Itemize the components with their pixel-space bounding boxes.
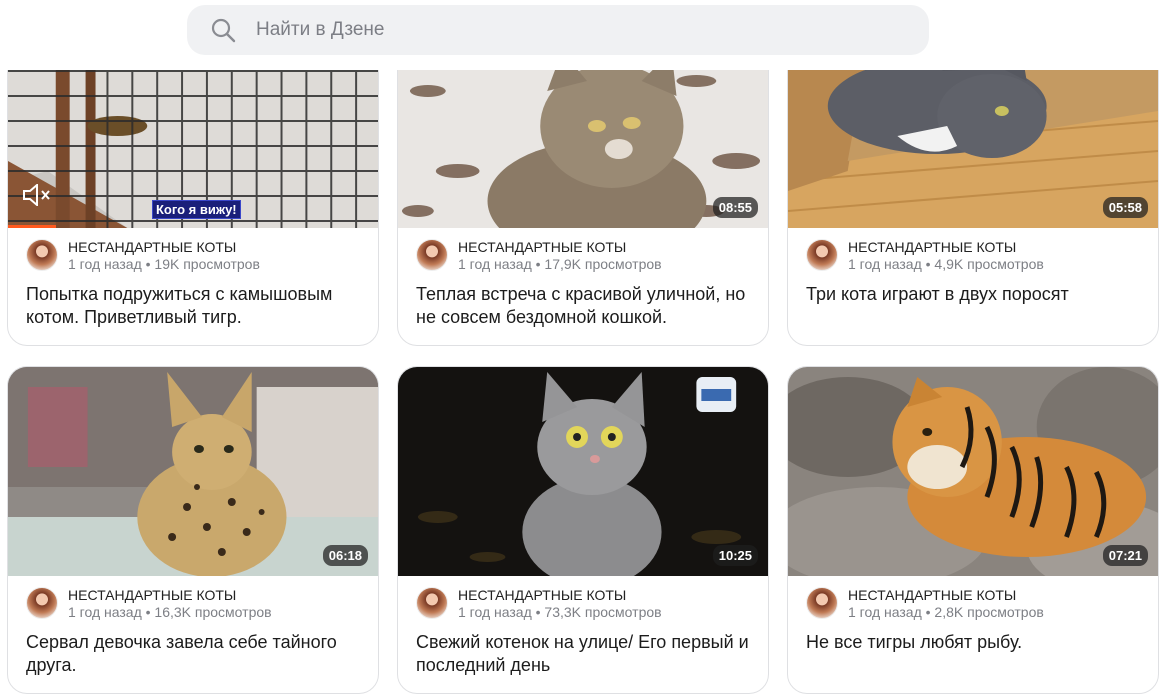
- video-stats: 1 год назад • 19K просмотров: [68, 256, 260, 272]
- card-meta: НЕСТАНДАРТНЫЕ КОТЫ 1 год назад • 2,8K пр…: [788, 576, 1158, 621]
- duration-badge: 07:21: [1102, 545, 1148, 566]
- duration-badge: 06:18: [322, 545, 368, 566]
- duration-badge: 05:58: [1102, 197, 1148, 218]
- video-title[interactable]: Попытка подружиться с камышовым котом. П…: [8, 273, 378, 329]
- duration-badge: 08:55: [712, 197, 758, 218]
- video-card[interactable]: 05:58 НЕСТАНДАРТНЫЕ КОТЫ 1 год назад • 4…: [787, 50, 1159, 346]
- search-input[interactable]: [256, 19, 856, 41]
- video-thumbnail[interactable]: 05:58: [788, 51, 1158, 228]
- card-meta: НЕСТАНДАРТНЫЕ КОТЫ 1 год назад • 4,9K пр…: [788, 228, 1158, 273]
- mute-icon[interactable]: [22, 184, 52, 206]
- avatar[interactable]: [26, 239, 58, 271]
- channel-name[interactable]: НЕСТАНДАРТНЫЕ КОТЫ: [68, 587, 272, 604]
- channel-name[interactable]: НЕСТАНДАРТНЫЕ КОТЫ: [848, 587, 1044, 604]
- card-meta: НЕСТАНДАРТНЫЕ КОТЫ 1 год назад • 19K про…: [8, 228, 378, 273]
- top-bar: [0, 0, 1170, 70]
- channel-name[interactable]: НЕСТАНДАРТНЫЕ КОТЫ: [458, 239, 662, 256]
- video-title[interactable]: Три кота играют в двух поросят: [788, 273, 1158, 306]
- video-thumbnail[interactable]: 08:55: [398, 51, 768, 228]
- avatar[interactable]: [26, 587, 58, 619]
- video-thumbnail[interactable]: 06:18: [8, 367, 378, 576]
- video-card[interactable]: 08:55 НЕСТАНДАРТНЫЕ КОТЫ 1 год назад • 1…: [397, 50, 769, 346]
- video-thumbnail[interactable]: 07:21: [788, 367, 1158, 576]
- duration-badge: 10:25: [712, 545, 758, 566]
- video-card[interactable]: 07:21 НЕСТАНДАРТНЫЕ КОТЫ 1 год назад • 2…: [787, 366, 1159, 694]
- channel-name[interactable]: НЕСТАНДАРТНЫЕ КОТЫ: [68, 239, 260, 256]
- video-stats: 1 год назад • 2,8K просмотров: [848, 604, 1044, 620]
- avatar[interactable]: [416, 587, 448, 619]
- progress-bar: [8, 225, 57, 228]
- video-stats: 1 год назад • 4,9K просмотров: [848, 256, 1044, 272]
- video-thumbnail[interactable]: Кого я вижу!: [8, 51, 378, 228]
- channel-name[interactable]: НЕСТАНДАРТНЫЕ КОТЫ: [848, 239, 1044, 256]
- video-title[interactable]: Теплая встреча с красивой уличной, но не…: [398, 273, 768, 329]
- video-thumbnail[interactable]: 10:25: [398, 367, 768, 576]
- video-title[interactable]: Сервал девочка завела себе тайного друга…: [8, 621, 378, 677]
- card-meta: НЕСТАНДАРТНЫЕ КОТЫ 1 год назад • 17,9K п…: [398, 228, 768, 273]
- video-subtitle: Кого я вижу!: [152, 200, 241, 219]
- video-card[interactable]: Кого я вижу! НЕСТАНДАРТНЫЕ КОТЫ 1 год на…: [7, 50, 379, 346]
- search-icon[interactable]: [210, 17, 236, 43]
- avatar[interactable]: [806, 587, 838, 619]
- video-stats: 1 год назад • 73,3K просмотров: [458, 604, 662, 620]
- card-meta: НЕСТАНДАРТНЫЕ КОТЫ 1 год назад • 73,3K п…: [398, 576, 768, 621]
- video-title[interactable]: Свежий котенок на улице/ Его первый и по…: [398, 621, 768, 677]
- video-title[interactable]: Не все тигры любят рыбу.: [788, 621, 1158, 654]
- card-meta: НЕСТАНДАРТНЫЕ КОТЫ 1 год назад • 16,3K п…: [8, 576, 378, 621]
- channel-name[interactable]: НЕСТАНДАРТНЫЕ КОТЫ: [458, 587, 662, 604]
- video-stats: 1 год назад • 17,9K просмотров: [458, 256, 662, 272]
- video-card[interactable]: 06:18 НЕСТАНДАРТНЫЕ КОТЫ 1 год назад • 1…: [7, 366, 379, 694]
- avatar[interactable]: [416, 239, 448, 271]
- video-stats: 1 год назад • 16,3K просмотров: [68, 604, 272, 620]
- avatar[interactable]: [806, 239, 838, 271]
- video-card[interactable]: 10:25 НЕСТАНДАРТНЫЕ КОТЫ 1 год назад • 7…: [397, 366, 769, 694]
- search-bar[interactable]: [187, 5, 929, 55]
